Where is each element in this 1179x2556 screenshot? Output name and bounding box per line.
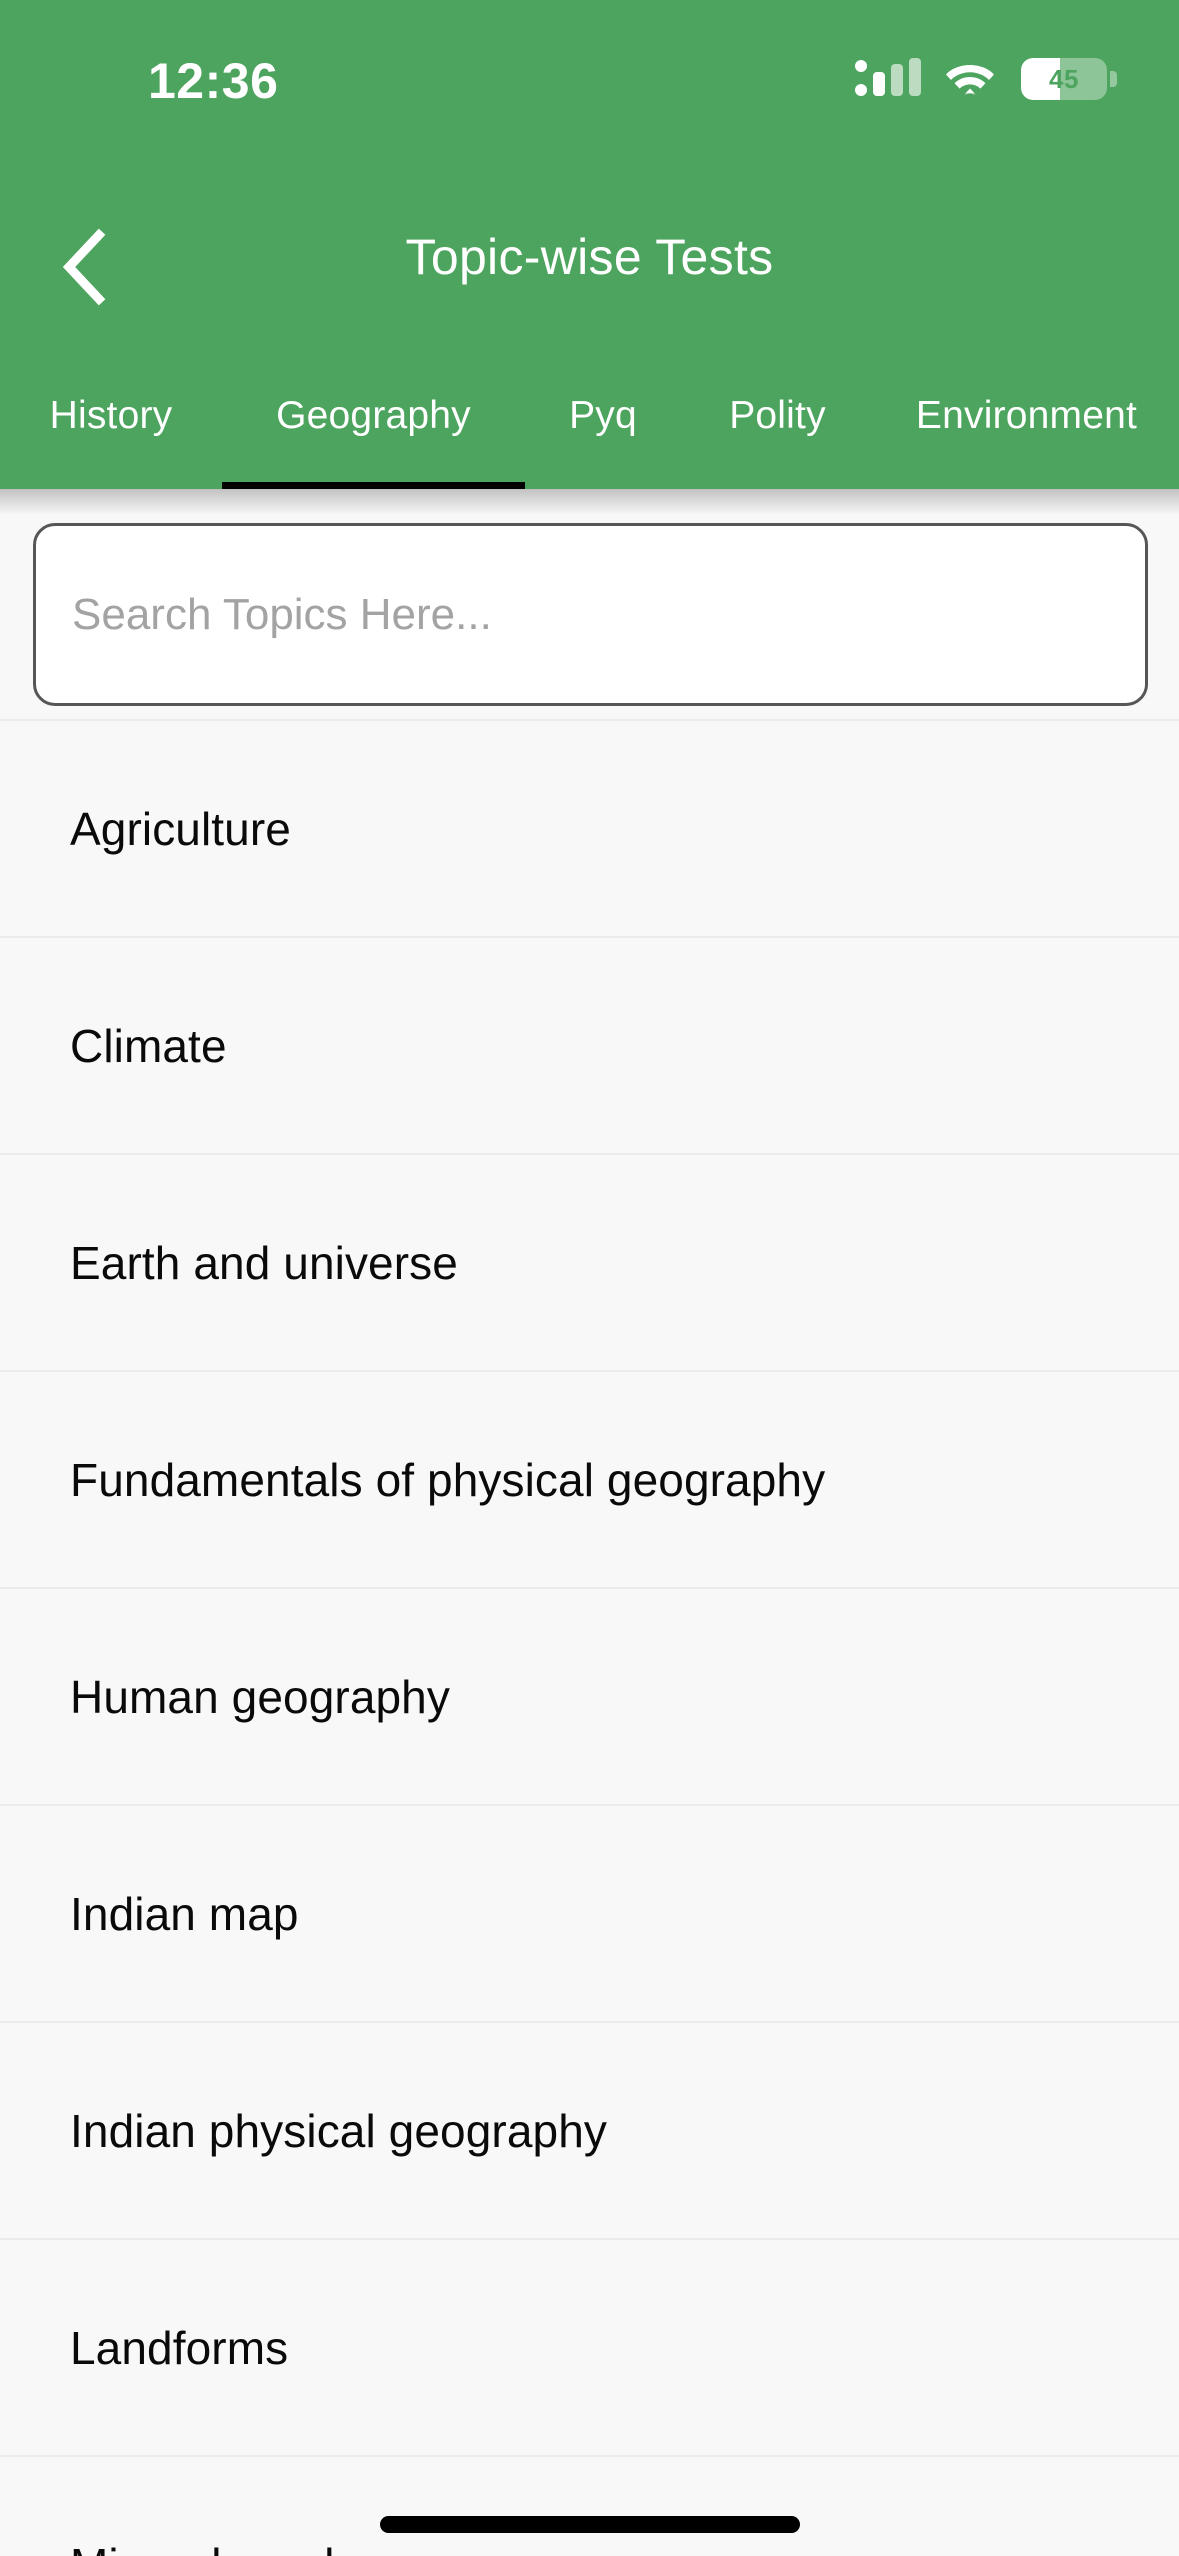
tab-label: Environment [915,394,1138,437]
status-bar-indicators: 45 [855,58,1117,100]
cellular-signal-icon [855,58,921,100]
topic-label: Indian physical geography [70,2104,607,2157]
list-item[interactable]: Indian map [0,1804,1179,2021]
tab-history[interactable]: History [0,378,222,489]
status-bar: 12:36 45 [0,0,1179,115]
tab-underline [525,482,681,489]
search-input[interactable] [36,526,1145,703]
list-item[interactable]: Earth and universe [0,1153,1179,1370]
list-item[interactable]: Landforms [0,2238,1179,2455]
topic-label: Minerals and energy resources [0,2538,704,2556]
search-section [0,515,1179,719]
topic-label: Human geography [70,1670,450,1723]
tab-label: History [49,394,173,437]
topic-label: Fundamentals of physical geography [70,1453,826,1506]
header-shadow [0,489,1179,515]
wifi-icon [945,60,995,98]
tab-underline [0,482,222,489]
topic-label: Climate [70,1019,227,1072]
tab-bar: History Geography Pyq Polity Environment [0,378,1179,489]
tab-underline [874,482,1179,489]
tab-geography[interactable]: Geography [222,378,525,489]
tab-label: Pyq [569,394,637,437]
list-item[interactable]: Fundamentals of physical geography [0,1370,1179,1587]
tab-underline-active [222,482,525,489]
list-item[interactable]: Indian physical geography [0,2021,1179,2238]
battery-cap-icon [1110,71,1117,87]
list-item[interactable]: Human geography [0,1587,1179,1804]
home-indicator[interactable] [380,2516,800,2533]
page-title: Topic-wise Tests [405,229,774,285]
topic-label: Earth and universe [70,1236,458,1289]
topic-list: Agriculture Climate Earth and universe F… [0,719,1179,2556]
list-item[interactable]: Minerals and energy resources [0,2455,1179,2556]
tab-pyq[interactable]: Pyq [525,378,681,489]
tab-polity[interactable]: Polity [681,378,874,489]
battery-level-text: 45 [1049,63,1079,94]
status-bar-clock: 12:36 [148,53,279,109]
app-header: 12:36 45 Topic-wise Tests History Geogra… [0,0,1179,489]
topic-label: Agriculture [70,802,291,855]
mobile-screen: 12:36 45 Topic-wise Tests History Geogra… [0,0,1179,2556]
tab-underline [681,482,874,489]
list-item[interactable]: Agriculture [0,719,1179,936]
tab-label: Geography [276,394,471,437]
topic-label: Landforms [70,2321,289,2374]
tab-environment[interactable]: Environment [874,378,1179,489]
tab-label: Polity [729,394,826,437]
list-item[interactable]: Climate [0,936,1179,1153]
topic-label: Indian map [70,1887,299,1940]
search-box[interactable] [33,523,1148,706]
battery-icon: 45 [1021,58,1107,100]
